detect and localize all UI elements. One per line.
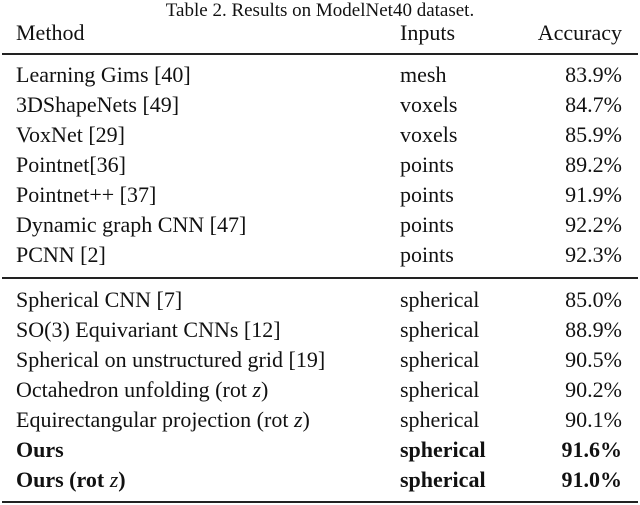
method-cell: Dynamic graph CNN [47] (16, 212, 247, 237)
table-row: Pointnet[36] points 89.2% (0, 150, 640, 180)
inputs-cell: spherical (400, 317, 480, 342)
bottom-rule (2, 501, 638, 503)
method-cell: Pointnet[36] (16, 152, 126, 177)
table-row-ours: Ours spherical 91.6% (0, 435, 640, 465)
table-row: Equirectangular projection (rot z) spher… (0, 405, 640, 435)
inputs-cell: spherical (400, 287, 480, 312)
inputs-cell: points (400, 242, 454, 267)
accuracy-cell: 83.9% (565, 62, 622, 87)
table-row-ours-rot-z: Ours (rot z) spherical 91.0% (0, 465, 640, 495)
method-cell: VoxNet [29] (16, 122, 125, 147)
inputs-cell: spherical (400, 467, 486, 492)
accuracy-cell: 89.2% (565, 152, 622, 177)
table-row: Dynamic graph CNN [47] points 92.2% (0, 210, 640, 240)
top-rule (2, 53, 638, 55)
inputs-cell: voxels (400, 92, 458, 117)
method-cell: Spherical CNN [7] (16, 287, 183, 312)
accuracy-cell: 88.9% (565, 317, 622, 342)
inputs-cell: points (400, 152, 454, 177)
accuracy-cell: 92.3% (565, 242, 622, 267)
method-cell: Ours (16, 437, 64, 462)
table-header: Method Inputs Accuracy (0, 18, 640, 50)
inputs-cell: voxels (400, 122, 458, 147)
method-variable: z (109, 467, 119, 492)
inputs-cell: points (400, 182, 454, 207)
method-cell: Equirectangular projection (rot z) (16, 405, 310, 435)
method-cell: PCNN [2] (16, 242, 106, 267)
accuracy-cell: 90.1% (565, 407, 622, 432)
accuracy-cell: 91.0% (561, 467, 623, 492)
table-row: Learning Gims [40] mesh 83.9% (0, 60, 640, 90)
inputs-cell: spherical (400, 377, 480, 402)
method-cell: Pointnet++ [37] (16, 182, 157, 207)
method-cell: Learning Gims [40] (16, 62, 191, 87)
header-inputs: Inputs (400, 20, 455, 45)
method-variable: z (293, 407, 303, 432)
accuracy-cell: 92.2% (565, 212, 622, 237)
table-row: 3DShapeNets [49] voxels 84.7% (0, 90, 640, 120)
table-row: SO(3) Equivariant CNNs [12] spherical 88… (0, 315, 640, 345)
method-text-end: ) (118, 467, 126, 492)
inputs-cell: mesh (400, 62, 447, 87)
table-row: Spherical CNN [7] spherical 85.0% (0, 285, 640, 315)
method-variable: z (252, 377, 261, 402)
header-accuracy: Accuracy (537, 20, 622, 45)
mid-rule (2, 277, 638, 279)
inputs-cell: points (400, 212, 454, 237)
accuracy-cell: 85.0% (565, 287, 622, 312)
accuracy-cell: 90.5% (565, 347, 622, 372)
method-cell: SO(3) Equivariant CNNs [12] (16, 317, 281, 342)
table-row: VoxNet [29] voxels 85.9% (0, 120, 640, 150)
accuracy-cell: 84.7% (565, 92, 622, 117)
table-row: PCNN [2] points 92.3% (0, 240, 640, 270)
method-cell: Octahedron unfolding (rot z) (16, 375, 268, 405)
method-text-end: ) (302, 407, 310, 432)
table-row: Octahedron unfolding (rot z) spherical 9… (0, 375, 640, 405)
inputs-cell: spherical (400, 347, 480, 372)
method-text: Ours (rot (16, 467, 110, 492)
accuracy-cell: 90.2% (565, 377, 622, 402)
table-row: Spherical on unstructured grid [19] sphe… (0, 345, 640, 375)
inputs-cell: spherical (400, 407, 480, 432)
method-text: Octahedron unfolding (rot (16, 377, 253, 402)
accuracy-cell: 91.6% (561, 437, 623, 462)
method-text-end: ) (261, 377, 269, 402)
accuracy-cell: 91.9% (565, 182, 622, 207)
header-method: Method (16, 20, 85, 45)
method-cell: Ours (rot z) (16, 465, 126, 495)
inputs-cell: spherical (400, 437, 486, 462)
table-row: Pointnet++ [37] points 91.9% (0, 180, 640, 210)
method-cell: Spherical on unstructured grid [19] (16, 347, 326, 372)
method-cell: 3DShapeNets [49] (16, 92, 180, 117)
accuracy-cell: 85.9% (565, 122, 622, 147)
method-text: Equirectangular projection (rot (16, 407, 294, 432)
